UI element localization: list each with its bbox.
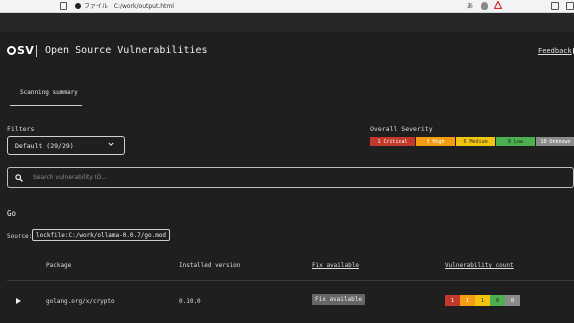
osv-logo[interactable]: SV: [7, 45, 34, 56]
shield-icon[interactable]: [481, 2, 488, 10]
fix-available-badge: Fix available: [312, 294, 365, 305]
severity-badge: 3 High: [416, 137, 455, 146]
overall-severity-label: Overall Severity: [370, 125, 433, 133]
tab-label: Scanning summary: [20, 89, 78, 96]
feedback-label: Feedback: [538, 47, 572, 55]
warning-triangle-icon[interactable]: [494, 1, 502, 9]
vulnerability-count-badge: 1: [460, 295, 475, 306]
filter-select[interactable]: Default (29/29): [7, 136, 125, 155]
address-prefix: ファイル: [84, 3, 109, 10]
filter-select-value: Default (29/29): [15, 142, 74, 150]
source-label: Source:: [7, 233, 33, 240]
source-value: lockfile:C:/work/ollama-0.0.7/go.mod: [32, 229, 171, 241]
expand-row-icon[interactable]: [16, 298, 21, 304]
page-title: Open Source Vulnerabilities: [45, 45, 208, 56]
vulnerability-count-badge: 1: [475, 295, 490, 306]
column-header-package: Package: [46, 262, 72, 269]
search-input[interactable]: Search vulnerability ID...: [33, 174, 107, 181]
header-divider: [36, 45, 37, 57]
vulnerability-count-badges: 11100: [445, 295, 520, 306]
vulnerability-count-badge: 0: [490, 295, 505, 306]
table-divider: [7, 280, 574, 281]
severity-badge: 6 Medium: [456, 137, 495, 146]
tab-scanning-summary[interactable]: Scanning summary: [10, 84, 82, 106]
browser-toolbar: ファイル C:/work/output.html あ: [0, 0, 574, 13]
installed-version: 0.10.0: [179, 298, 201, 305]
column-header-fix[interactable]: Fix available: [312, 262, 359, 269]
top-strip: [0, 13, 574, 32]
window-icon[interactable]: [566, 2, 574, 10]
vulnerability-count-badge: 0: [505, 295, 520, 306]
bookmark-icon[interactable]: [60, 2, 67, 10]
severity-badge: 8 Low: [496, 137, 535, 146]
site-info-icon[interactable]: [75, 3, 81, 9]
ecosystem-title: Go: [7, 209, 17, 218]
column-header-count[interactable]: Vulnerability count: [445, 262, 514, 269]
search-box[interactable]: Search vulnerability ID...: [7, 167, 574, 188]
address-url: C:/work/output.html: [113, 3, 174, 10]
search-icon: [15, 174, 23, 182]
severity-badge: 10 Unknown: [536, 137, 574, 146]
filters-label: Filters: [7, 125, 35, 133]
osv-logo-text: SV: [17, 44, 35, 57]
feedback-link[interactable]: Feedback: [538, 47, 574, 55]
page-header: SV Open Source Vulnerabilities Feedback: [0, 32, 574, 72]
address-bar[interactable]: ファイル C:/work/output.html: [84, 1, 174, 10]
column-header-installed: Installed version: [179, 262, 241, 269]
vulnerability-count-badge: 1: [445, 295, 460, 306]
severity-badge: 1 Critical: [370, 137, 415, 146]
translate-icon[interactable]: あ: [467, 1, 475, 10]
sidebar-icon[interactable]: [551, 2, 559, 10]
package-name: golang.org/x/crypto: [46, 298, 115, 305]
severity-badges: 1 Critical 3 High 6 Medium 8 Low 10 Unknown: [370, 137, 574, 146]
chevron-down-icon: [108, 142, 114, 146]
osv-logo-ring-icon: [7, 46, 16, 55]
